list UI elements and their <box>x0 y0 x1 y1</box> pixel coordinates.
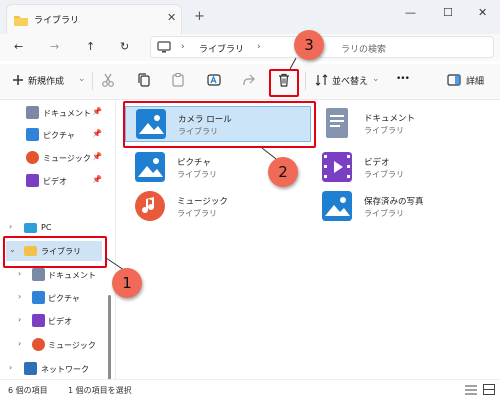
callout-lines <box>105 57 297 271</box>
details-view-icon[interactable] <box>465 385 477 395</box>
status-bar: 6 個の項目 1 個の項目を選択 <box>0 379 500 399</box>
tiles-view-icon[interactable] <box>483 384 495 395</box>
callout-1: 1 <box>112 268 142 298</box>
selection-count: 1 個の項目を選択 <box>68 386 132 395</box>
callout-3: 3 <box>294 30 324 60</box>
callout-2: 2 <box>268 157 298 187</box>
item-count: 6 個の項目 <box>8 386 48 395</box>
